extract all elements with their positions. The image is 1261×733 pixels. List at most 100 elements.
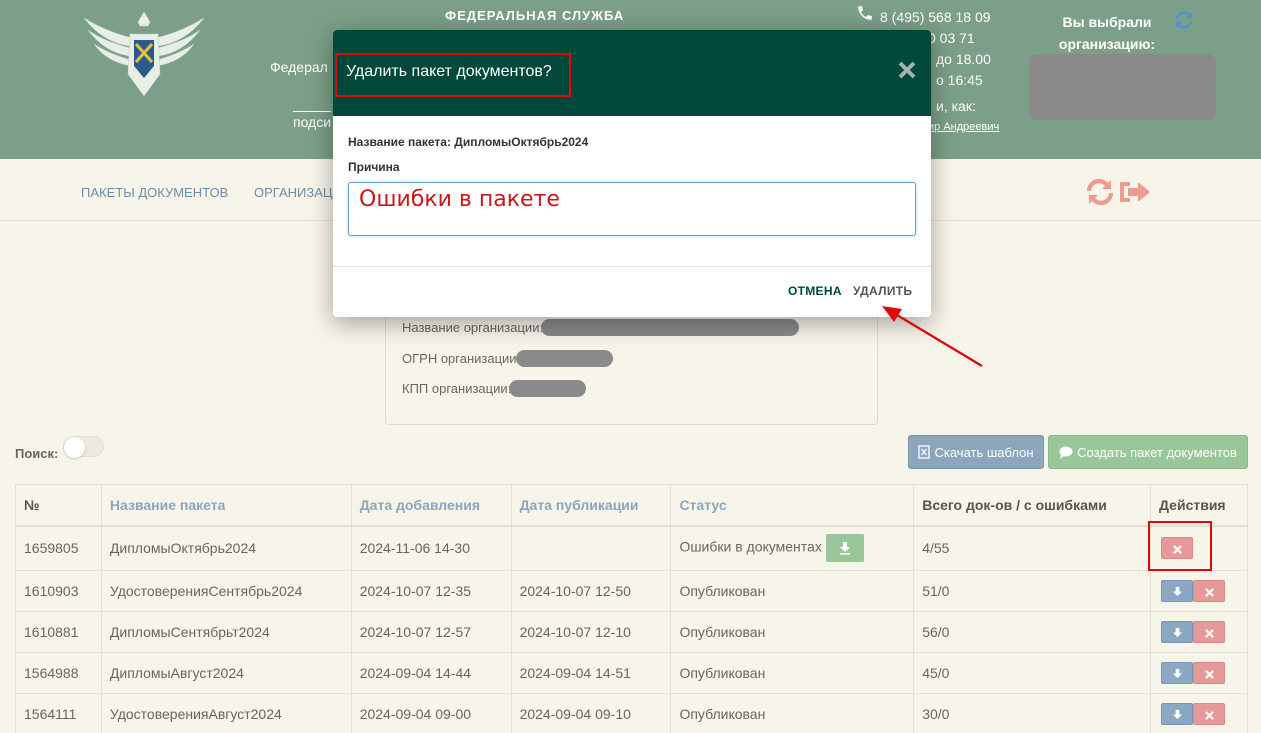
row-status: Опубликован — [670, 611, 915, 653]
close-icon — [1204, 711, 1214, 720]
row-name: УдостоверенияАвгуст2024 — [100, 693, 352, 733]
contact-line-4: и, как: — [936, 98, 976, 114]
row-actions — [1150, 611, 1248, 653]
col-actions: Действия — [1150, 484, 1248, 527]
nav-packages[interactable]: ПАКЕТЫ ДОКУМЕНТОВ — [81, 185, 228, 200]
delete-row-button[interactable] — [1193, 621, 1226, 643]
delete-row-button[interactable] — [1193, 580, 1226, 602]
selected-org-redacted — [1029, 54, 1216, 120]
row-added: 2024-09-04 09-00 — [350, 693, 512, 733]
row-name: ДипломыАвгуст2024 — [100, 652, 352, 694]
row-actions — [1150, 570, 1248, 612]
refresh-icon[interactable] — [1086, 178, 1114, 206]
modal-header: Удалить пакет документов? — [333, 30, 931, 116]
delete-row-button[interactable] — [1161, 537, 1194, 560]
reason-textarea[interactable]: Ошибки в пакете — [348, 182, 916, 236]
modal-reason-label: Причина — [348, 160, 400, 174]
logout-icon[interactable] — [1120, 182, 1150, 202]
col-number[interactable]: № — [15, 484, 102, 527]
create-package-button[interactable]: Создать пакет документов — [1048, 435, 1248, 469]
row-published — [510, 525, 672, 571]
arrow-down-icon — [1172, 627, 1182, 638]
table-header-row: № Название пакета Дата добавления Дата п… — [15, 484, 1248, 527]
annotation-arrow-icon — [882, 306, 983, 368]
download-template-label: Скачать шаблон — [934, 444, 1034, 460]
delete-row-button[interactable] — [1193, 703, 1226, 725]
nav-organizations[interactable]: ОРГАНИЗАЦИ — [254, 185, 342, 200]
phone-icon — [858, 6, 872, 20]
row-status: Опубликован — [670, 570, 915, 612]
comment-icon — [1059, 446, 1073, 459]
row-added: 2024-10-07 12-35 — [350, 570, 512, 612]
close-icon — [1204, 629, 1214, 638]
emblem-logo — [83, 11, 205, 97]
table-row: 1610903 УдостоверенияСентябрь2024 2024-1… — [15, 570, 1248, 612]
table-row: 1659805 ДипломыОктябрь2024 2024-11-06 14… — [15, 525, 1248, 571]
row-docs: 30/0 — [913, 693, 1152, 733]
excel-file-icon — [918, 445, 931, 459]
table-row: 1564988 ДипломыАвгуст2024 2024-09-04 14-… — [15, 652, 1248, 694]
close-icon — [1204, 670, 1214, 679]
sync-icon[interactable] — [1172, 8, 1196, 32]
row-name: ДипломыСентябрьт2024 — [100, 611, 352, 653]
modal-title: Удалить пакет документов? — [346, 63, 552, 80]
download-icon — [839, 542, 850, 555]
row-added: 2024-11-06 14-30 — [350, 525, 512, 571]
row-docs: 45/0 — [913, 652, 1152, 694]
row-status: Ошибки в документах — [679, 538, 822, 555]
org-kpp-label: КПП организации: — [402, 381, 512, 396]
download-template-button[interactable]: Скачать шаблон — [908, 435, 1044, 469]
arrow-down-icon — [1172, 709, 1182, 720]
row-added: 2024-10-07 12-57 — [350, 611, 512, 653]
row-status: Опубликован — [670, 652, 915, 694]
org-name-label: Название организации: — [402, 320, 544, 335]
download-row-button[interactable] — [1161, 703, 1194, 725]
toggle-knob — [64, 437, 85, 458]
search-toggle[interactable] — [63, 436, 104, 458]
row-name: УдостоверенияСентябрь2024 — [100, 570, 352, 612]
col-package-name[interactable]: Название пакета — [100, 484, 352, 527]
col-date-added[interactable]: Дата добавления — [350, 484, 512, 527]
contact-line-1: 0 03 71 — [928, 30, 975, 46]
federal-subtitle-fragment-2: подси — [293, 111, 332, 130]
download-row-button[interactable] — [1161, 621, 1194, 643]
download-row-button[interactable] — [1161, 580, 1194, 602]
delete-row-button[interactable] — [1193, 662, 1226, 684]
row-docs: 51/0 — [913, 570, 1152, 612]
row-name: ДипломыОктябрь2024 — [100, 525, 352, 571]
contact-line-2: до 18.00 — [936, 51, 991, 67]
row-published: 2024-10-07 12-50 — [510, 570, 672, 612]
current-user-link[interactable]: ир Андреевич — [928, 121, 999, 133]
close-icon[interactable] — [897, 60, 917, 80]
modal-package-name: Название пакета: ДипломыОктябрь2024 — [348, 135, 589, 149]
col-status[interactable]: Статус — [670, 484, 915, 527]
col-doc-count: Всего док-ов / с ошибками — [913, 484, 1152, 527]
row-published: 2024-09-04 14-51 — [510, 652, 672, 694]
org-kpp-redacted — [509, 380, 586, 397]
row-docs: 4/55 — [913, 525, 1152, 571]
packages-table: № Название пакета Дата добавления Дата п… — [15, 484, 1248, 733]
col-date-published[interactable]: Дата публикации — [510, 484, 672, 527]
table-row: 1610881 ДипломыСентябрьт2024 2024-10-07 … — [15, 611, 1248, 653]
table-row: 1564111 УдостоверенияАвгуст2024 2024-09-… — [15, 693, 1248, 733]
row-published: 2024-10-07 12-10 — [510, 611, 672, 653]
row-id: 1564988 — [15, 652, 102, 694]
row-docs: 56/0 — [913, 611, 1152, 653]
org-ogrn-label: ОГРН организации: — [402, 351, 521, 366]
cancel-button[interactable]: ОТМЕНА — [788, 284, 842, 298]
contact-line-3: о 16:45 — [936, 72, 983, 88]
nav-action-icons — [1086, 178, 1150, 206]
download-row-button[interactable] — [1161, 662, 1194, 684]
row-id: 1610903 — [15, 570, 102, 612]
row-id: 1564111 — [15, 693, 102, 733]
arrow-down-icon — [1172, 668, 1182, 679]
row-actions — [1150, 652, 1248, 694]
search-label: Поиск: — [15, 446, 59, 461]
org-name-redacted — [541, 319, 799, 336]
close-icon — [1172, 545, 1182, 555]
selected-org-label: Вы выбрали организацию: — [1058, 14, 1156, 52]
download-errors-button[interactable] — [825, 534, 864, 563]
row-actions — [1150, 525, 1248, 571]
row-published: 2024-09-04 09-10 — [510, 693, 672, 733]
federal-service-title: ФЕДЕРАЛЬНАЯ СЛУЖБА — [445, 8, 625, 23]
